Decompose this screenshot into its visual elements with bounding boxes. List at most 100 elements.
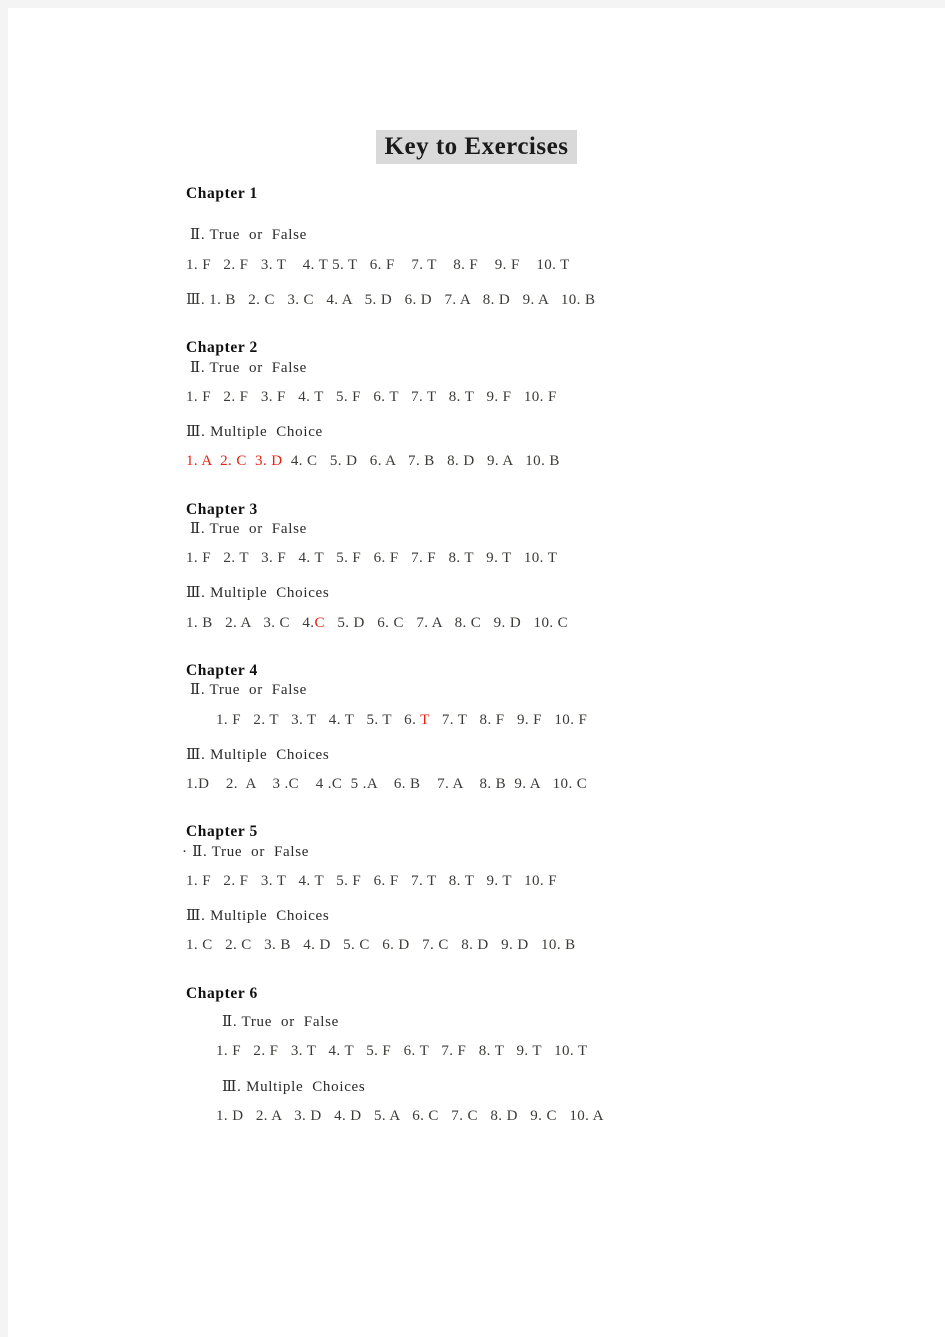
answer-item: 6. C — [377, 615, 404, 631]
answer-number: 4. — [298, 872, 311, 889]
answer-value: A — [449, 776, 463, 792]
answer-item: 9. C — [530, 1108, 557, 1124]
answer-value: B — [276, 937, 291, 954]
answer-number: 10. — [523, 550, 544, 567]
answer-item: 10. C — [534, 615, 569, 631]
answer-item: 3. D — [255, 453, 282, 469]
answer-gap — [342, 776, 350, 792]
answer-item: 9. T — [486, 873, 511, 889]
answer-value: B — [420, 453, 435, 470]
answer-number: 5. — [335, 388, 349, 405]
answer-gap — [432, 292, 444, 308]
answer-value: T — [423, 256, 437, 273]
answer-value: T — [378, 711, 392, 728]
answer-item: 8. D — [483, 292, 510, 308]
answer-item: 4.C — [302, 615, 324, 631]
answer-number: 10. — [560, 291, 581, 308]
answer-number: 4. — [298, 388, 311, 405]
answer-gap — [392, 292, 404, 308]
answer-item: 6. D — [382, 937, 409, 953]
answer-item: 5. F — [336, 389, 361, 405]
answer-item: 10. T — [554, 1043, 587, 1059]
answer-item: 8. T — [479, 1043, 504, 1059]
answer-gap — [286, 873, 298, 889]
answer-number: 5. — [366, 711, 379, 728]
answer-number: 1. — [216, 1043, 229, 1060]
answer-value: T — [310, 872, 324, 889]
chapter-heading-chapter-6: Chapter 6 — [186, 984, 258, 1002]
answer-gap — [429, 712, 441, 728]
answer-number: 5. — [337, 614, 350, 631]
answer-number: 4. — [303, 937, 316, 954]
answer-value: D — [376, 291, 393, 308]
answer-number: 2. — [223, 550, 236, 567]
answer-gap — [542, 1043, 554, 1059]
answer-number: 3. — [255, 453, 268, 470]
answer-gap — [420, 776, 437, 792]
chapter-block: Chapter 3 Ⅱ. True or False 1. F 2. T 3. F … — [186, 500, 915, 633]
answer-gap — [290, 615, 302, 631]
answer-item: 5. T — [332, 257, 357, 273]
answer-number: 9. — [494, 256, 507, 273]
answer-item: 7. F — [411, 550, 436, 566]
answer-value: F — [235, 388, 249, 405]
section-ch3-true-false: Ⅱ. True or False 1. F 2. T 3. F 4. T 5. F… — [186, 519, 915, 569]
answer-item: 4. T — [329, 712, 354, 728]
answer-value: F — [491, 711, 505, 728]
answer-item: 1. D — [216, 1108, 243, 1124]
answer-item: 1. B — [186, 615, 213, 631]
answer-number: 6. — [373, 550, 386, 567]
answer-gap — [248, 389, 260, 405]
section-heading-ch2-true-false: Ⅱ. True or False — [190, 359, 307, 376]
section-ch1-multiple-choice: Ⅲ. 1. B 2. C 3. C 4. A 5. D 6. D 7. A 8.… — [186, 290, 915, 310]
answer-value: F — [235, 872, 249, 889]
answer-number: 2. — [225, 937, 238, 954]
answer-gap — [361, 550, 373, 566]
answer-value: T — [344, 256, 358, 273]
answer-number: 7. — [411, 550, 424, 567]
answer-value: F — [544, 872, 557, 889]
answer-value: A — [534, 291, 549, 308]
answer-value: C — [434, 937, 449, 954]
answer-row-ch2-multiple-choice: 1. A 2. C 3. D 4. C 5. D 6. A 7. B 8. D … — [186, 451, 915, 471]
answer-gap — [449, 937, 461, 953]
answer-gap — [529, 937, 541, 953]
answer-number: 3. — [290, 1043, 303, 1060]
answer-item: 6. T — [404, 1043, 429, 1059]
answer-value: D — [228, 1107, 244, 1124]
answer-gap — [463, 776, 480, 792]
answer-value: A — [198, 453, 212, 470]
answer-gap — [436, 389, 448, 405]
answer-number: 5. — [329, 453, 342, 470]
answer-gap — [365, 615, 377, 631]
answer-value: T — [340, 1043, 354, 1060]
answer-item: 4. T — [298, 389, 323, 405]
answer-number: 3. — [260, 872, 273, 889]
answer-item: 6. A — [370, 453, 396, 469]
answer-item: 9. A — [523, 292, 549, 308]
answer-number: 10. — [554, 1043, 575, 1060]
answer-row-ch3-multiple-choices: 1. B 2. A 3. C 4.C 5. D 6. C 7. A 8. C 9… — [186, 613, 915, 633]
answer-value: F — [465, 256, 479, 273]
answer-item: 1. F — [186, 873, 211, 889]
answer-number: 5. — [343, 937, 356, 954]
answer-number: 1. — [216, 1107, 229, 1124]
answer-value: T — [498, 550, 512, 567]
answer-item: 9. T — [516, 1043, 541, 1059]
answer-gap — [279, 712, 291, 728]
answer-number: 4. — [328, 1043, 341, 1060]
answer-value: C — [314, 614, 325, 631]
answer-value: A — [499, 453, 513, 470]
answer-gap — [354, 712, 366, 728]
answer-number: 7. — [444, 291, 457, 308]
answer-item: 3. F — [261, 550, 286, 566]
answer-gap — [404, 615, 416, 631]
answer-number: 4. — [298, 550, 311, 567]
answer-value: F — [273, 550, 287, 567]
answer-gap — [278, 1043, 290, 1059]
answer-value: T — [460, 388, 474, 405]
section-ch6-true-false: Ⅱ. True or False 1. F 2. F 3. T 4. T 5. F… — [186, 1012, 915, 1062]
answer-value: F — [198, 256, 211, 273]
answer-value: T — [385, 388, 399, 405]
answer-number: 1. — [186, 550, 199, 567]
